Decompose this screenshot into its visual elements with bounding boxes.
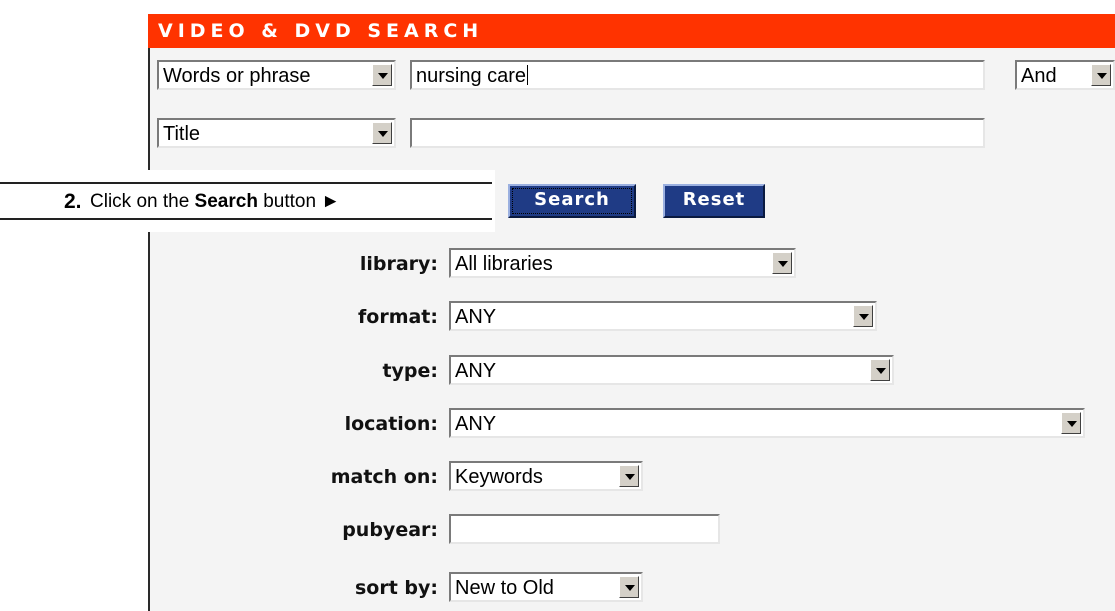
location-label: location: [344,413,438,435]
chevron-down-icon [619,576,639,598]
format-select[interactable]: ANY [449,301,877,331]
library-select[interactable]: All libraries [449,248,796,278]
callout-step-number: 2. [64,190,82,213]
type-label: type: [382,360,438,382]
chevron-down-icon [372,122,392,144]
callout-divider [0,182,492,184]
chevron-down-icon [1061,412,1081,434]
text-cursor [527,65,529,85]
match-on-select[interactable]: Keywords [449,461,643,491]
chevron-down-icon [372,64,392,86]
library-label: library: [359,253,438,275]
format-label: format: [358,306,438,328]
search-query-input-1[interactable]: nursing care [410,60,985,90]
search-title: VIDEO & DVD SEARCH [158,20,484,42]
chevron-down-icon [870,359,890,381]
pubyear-label: pubyear: [342,519,438,541]
callout-text: Click on the Search button ► [90,191,341,212]
search-button[interactable]: Search [508,184,636,218]
chevron-down-icon [853,305,873,327]
instruction-callout: 2. Click on the Search button ► [0,170,495,232]
callout-divider [0,218,492,220]
location-select[interactable]: ANY [449,408,1085,438]
field-select-1[interactable]: Words or phrase [157,60,396,90]
chevron-down-icon [619,465,639,487]
match-on-label: match on: [330,466,438,488]
field-select-2[interactable]: Title [157,118,396,148]
sort-by-label: sort by: [354,577,438,599]
type-select[interactable]: ANY [449,355,894,385]
chevron-down-icon [1091,64,1111,86]
sort-by-select[interactable]: New to Old [449,572,643,602]
operator-select[interactable]: And [1015,60,1115,90]
reset-button[interactable]: Reset [663,184,765,218]
search-query-input-2[interactable] [410,118,985,148]
chevron-down-icon [772,252,792,274]
pubyear-input[interactable] [449,514,720,544]
search-header: VIDEO & DVD SEARCH [148,14,1115,48]
